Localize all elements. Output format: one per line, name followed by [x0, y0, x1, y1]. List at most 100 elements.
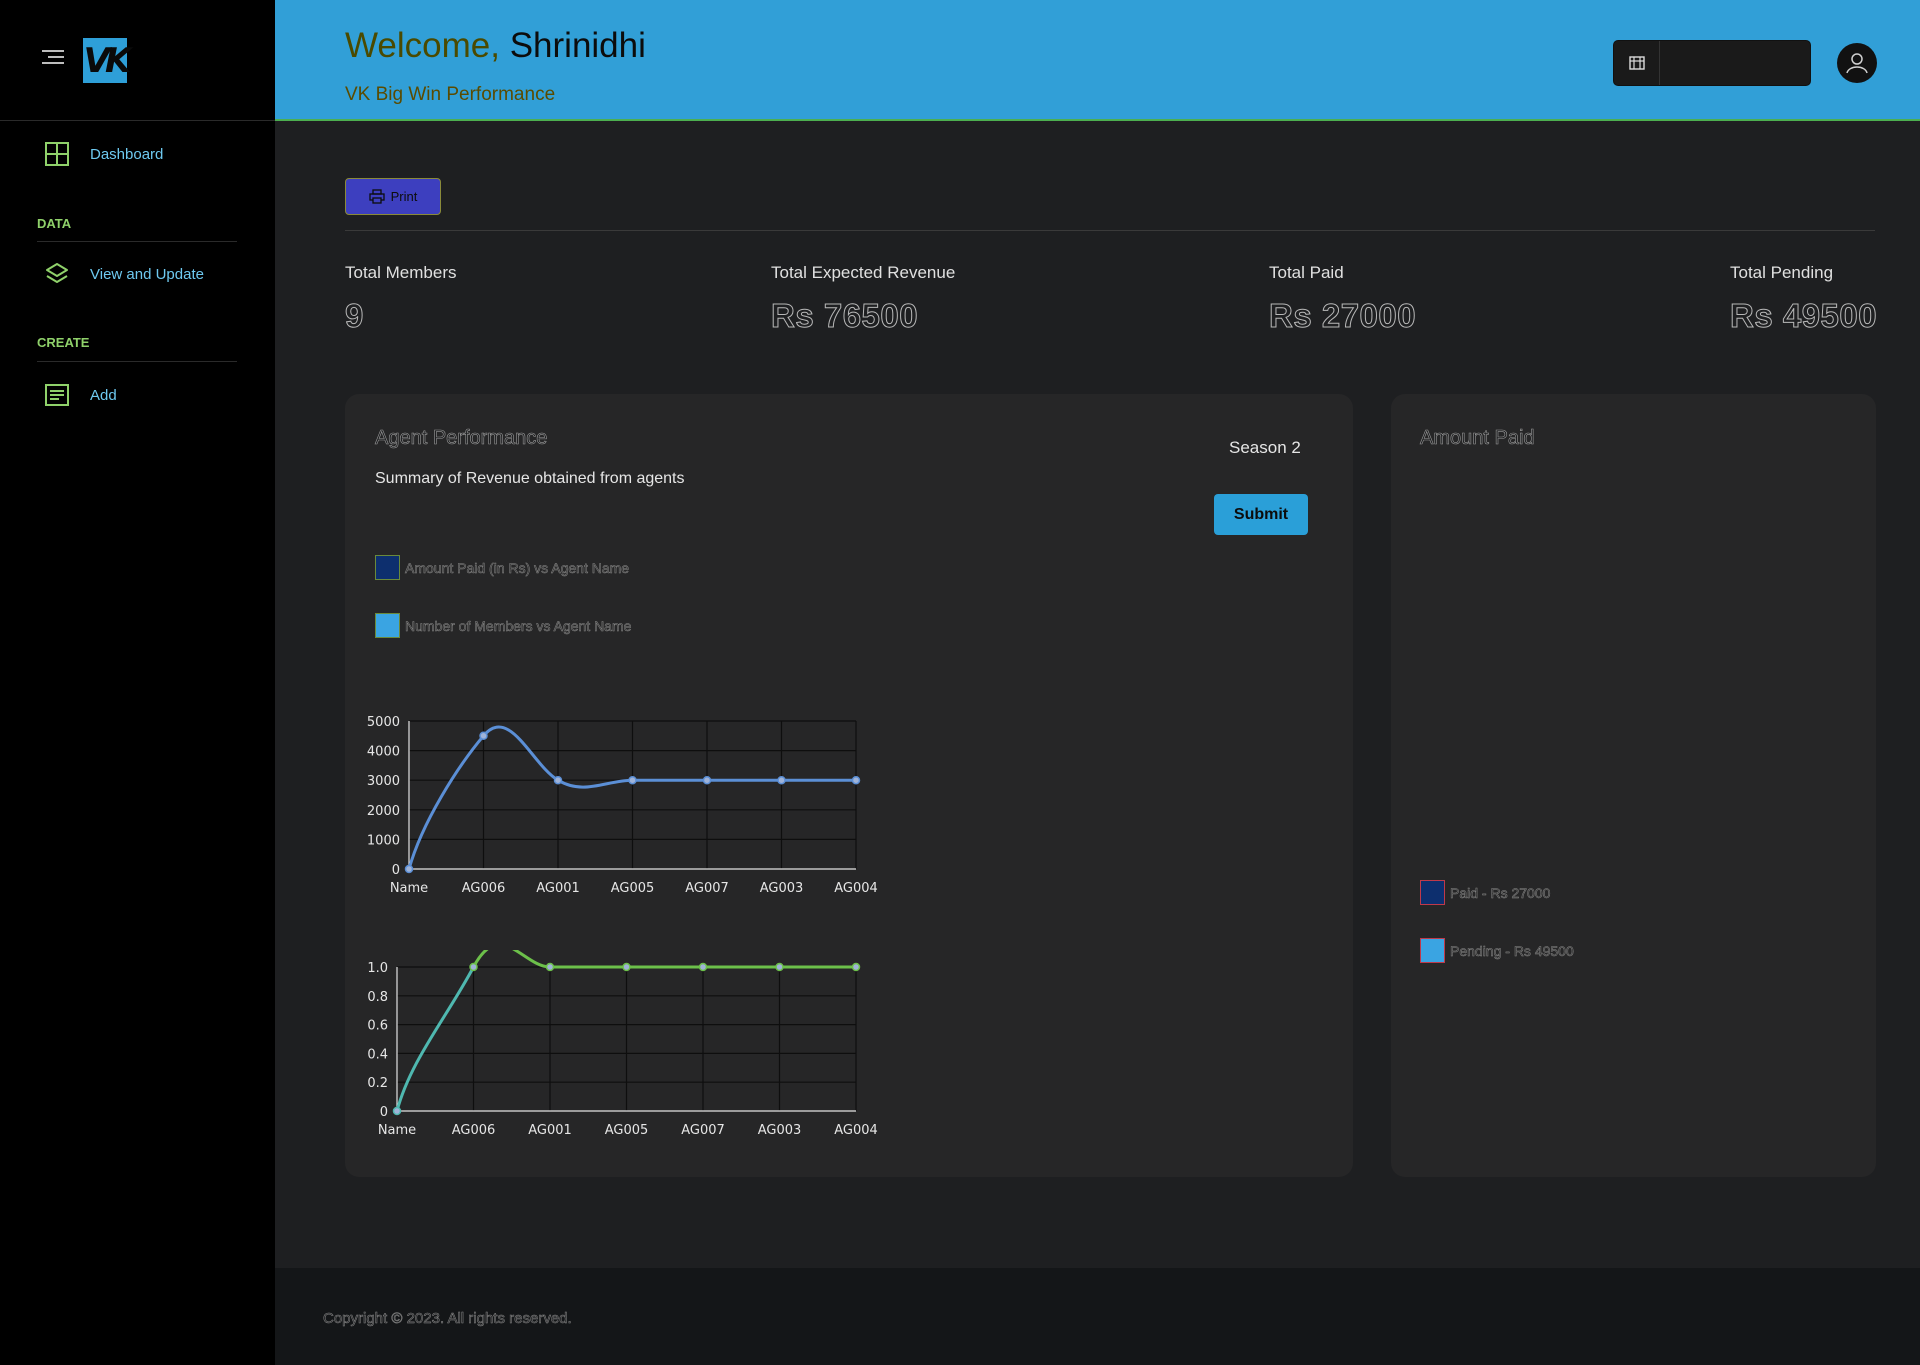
sidebar-header: VK [0, 0, 275, 121]
y-tick-label: 3000 [367, 774, 400, 789]
legend-swatch [1420, 938, 1445, 963]
data-point [851, 962, 861, 972]
search-box [1613, 40, 1811, 86]
logo: VK [83, 38, 131, 83]
members-line-chart: 0 0.2 0.4 0.6 0.8 1.0 Name AG006 AG001 AG005 AG007… [367, 950, 878, 1138]
x-tick-label: Name [390, 881, 428, 896]
x-tick-label: AG005 [605, 1123, 649, 1138]
print-button[interactable]: Print [345, 178, 441, 215]
divider [37, 361, 237, 362]
user-icon [1846, 53, 1868, 74]
sidebar: VK Dashboard DATA View and Update CREATE… [0, 0, 275, 1365]
sidebar-item-dashboard[interactable]: Dashboard [44, 141, 163, 167]
printer-icon [368, 189, 385, 204]
card-title: Agent Performance [375, 427, 548, 450]
layers-icon [44, 261, 70, 287]
avatar[interactable] [1837, 43, 1877, 83]
legend-label: Paid - Rs 27000 [1450, 884, 1551, 901]
y-tick-label: 0.2 [367, 1076, 388, 1091]
card-subtitle: Summary of Revenue obtained from agents [375, 470, 685, 487]
data-point [392, 1106, 402, 1116]
y-tick-label: 2000 [367, 804, 400, 819]
print-label: Print [390, 189, 418, 204]
grid-icon [44, 141, 70, 167]
data-point [545, 962, 555, 972]
x-tick-label: AG001 [536, 881, 580, 896]
y-tick-label: 0.4 [367, 1047, 388, 1062]
legend-item[interactable]: Paid - Rs 27000 [1420, 880, 1551, 905]
data-point [777, 775, 786, 785]
footer: Copyright © 2023. All rights reserved. [275, 1268, 1920, 1365]
legend-item[interactable]: Number of Members vs Agent Name [375, 613, 632, 638]
x-tick-label: AG001 [528, 1123, 572, 1138]
y-tick-label: 5000 [367, 715, 400, 730]
stat-value: Rs 49500 [1729, 297, 1878, 335]
menu-icon[interactable] [42, 50, 64, 66]
y-tick-label: 1000 [367, 833, 400, 848]
submit-button[interactable]: Submit [1214, 494, 1308, 535]
page-title: Welcome, Shrinidhi [345, 26, 646, 66]
sidebar-item-label: Dashboard [90, 145, 164, 163]
data-point [404, 864, 414, 874]
legend-label: Pending - Rs 49500 [1450, 942, 1574, 959]
x-tick-label: AG007 [685, 881, 729, 896]
legend-swatch [375, 555, 400, 580]
legend-label: Amount Paid (in Rs) vs Agent Name [405, 559, 630, 576]
y-tick-label: 4000 [367, 745, 400, 760]
data-point [622, 962, 631, 972]
legend-item[interactable]: Pending - Rs 49500 [1420, 938, 1574, 963]
stat-total-paid: Total Paid Rs 27000 [1268, 263, 1417, 335]
amount-paid-card: Amount Paid Paid - Rs 27000 Pending - Rs… [1391, 394, 1876, 1177]
x-tick-label: AG004 [834, 881, 878, 896]
data-point [702, 775, 712, 785]
y-tick-label: 0 [380, 1105, 388, 1120]
welcome-prefix: Welcome, [345, 26, 500, 65]
legend-swatch [375, 613, 400, 638]
y-tick-label: 0.6 [367, 1019, 388, 1034]
x-tick-label: AG004 [834, 1123, 878, 1138]
search-input[interactable] [1668, 55, 1808, 71]
season-label: Season 2 [1229, 438, 1301, 457]
stat-label: Total Paid [1269, 263, 1344, 282]
x-tick-label: AG006 [452, 1123, 496, 1138]
data-point [479, 731, 488, 741]
stat-total-pending: Total Pending Rs 49500 [1729, 263, 1878, 335]
y-tick-label: 0.8 [367, 990, 388, 1005]
x-tick-label: AG003 [760, 881, 804, 896]
y-tick-label: 1.0 [367, 961, 388, 976]
x-tick-label: AG005 [611, 881, 655, 896]
data-point [851, 775, 861, 785]
divider [37, 241, 237, 242]
x-tick-label: AG006 [462, 881, 506, 896]
stat-value: Rs 27000 [1268, 297, 1417, 335]
divider [345, 230, 1875, 231]
data-point [775, 962, 784, 972]
copyright-text: Copyright © 2023. All rights reserved. [323, 1310, 572, 1328]
stat-label: Total Pending [1730, 263, 1834, 282]
data-point [698, 962, 708, 972]
legend-label: Number of Members vs Agent Name [405, 617, 632, 634]
series-line-segment [472, 950, 856, 969]
stat-label: Total Expected Revenue [771, 263, 956, 282]
form-icon [44, 382, 70, 408]
y-tick-label: 0 [392, 863, 400, 878]
stat-value: Rs 76500 [770, 297, 919, 335]
data-point [628, 775, 637, 785]
stat-label: Total Members [345, 263, 457, 282]
stat-value: 9 [344, 297, 364, 335]
search-icon[interactable] [1614, 41, 1660, 85]
x-tick-label: AG007 [681, 1123, 725, 1138]
card-title: Amount Paid [1420, 427, 1535, 450]
stat-total-expected-revenue: Total Expected Revenue Rs 76500 [770, 263, 956, 335]
section-label-create: CREATE [37, 335, 90, 350]
page-subtitle: VK Big Win Performance [345, 84, 556, 105]
x-tick-label: Name [378, 1123, 416, 1138]
legend-item[interactable]: Amount Paid (in Rs) vs Agent Name [375, 555, 629, 580]
sidebar-item-add[interactable]: Add [44, 382, 117, 408]
series-line-segment [395, 966, 475, 1112]
sidebar-item-view-update[interactable]: View and Update [44, 261, 204, 287]
user-name: Shrinidhi [509, 26, 646, 65]
agent-performance-card: Agent Performance Summary of Revenue obt… [345, 394, 1353, 1177]
section-label-data: DATA [37, 216, 72, 231]
legend-swatch [1420, 880, 1445, 905]
